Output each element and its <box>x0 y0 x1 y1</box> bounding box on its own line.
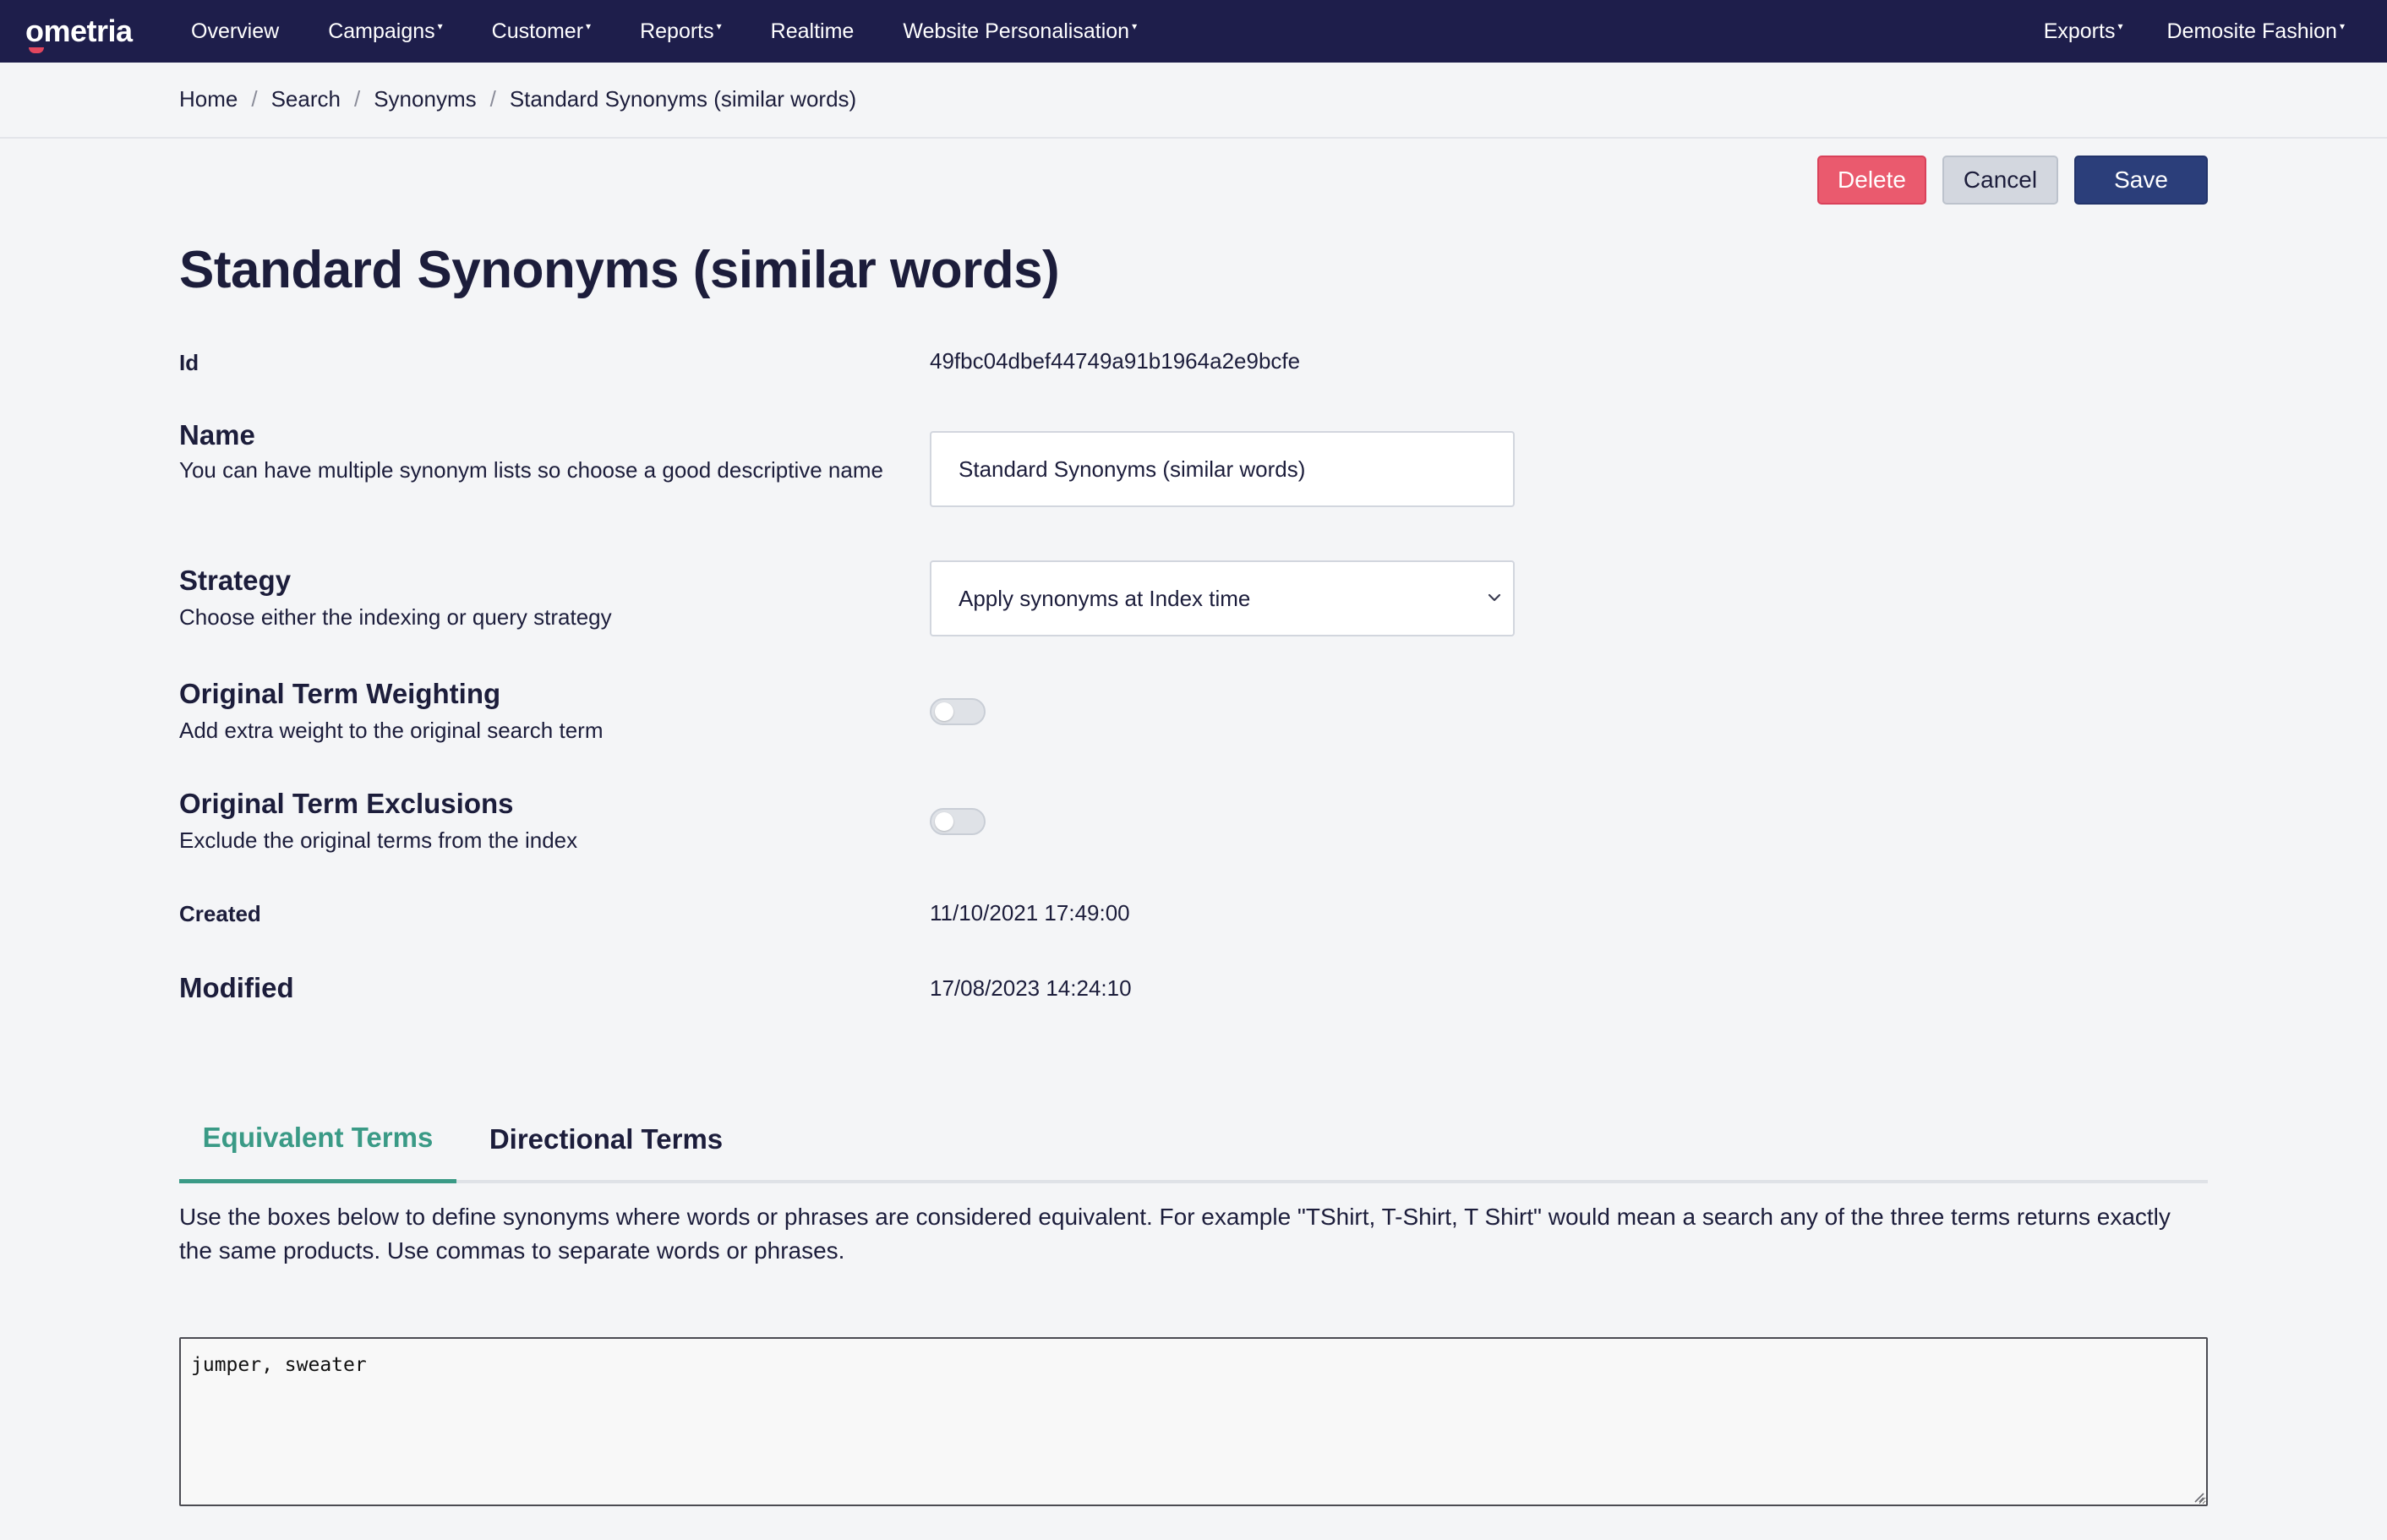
nav-account-label: Demosite Fashion <box>2166 19 2337 43</box>
name-label: Name <box>179 419 255 451</box>
equivalent-terms-description: Use the boxes below to define synonyms w… <box>179 1204 2171 1264</box>
caret-down-icon: ▾ <box>2339 20 2345 32</box>
delete-button[interactable]: Delete <box>1817 156 1926 205</box>
id-label: Id <box>179 350 199 375</box>
tab-equivalent-terms[interactable]: Equivalent Terms <box>179 1095 456 1183</box>
toggle-knob <box>935 812 953 831</box>
nav-website-personalisation[interactable]: Website Personalisation ▾ <box>903 19 1137 44</box>
nav-exports[interactable]: Exports ▾ <box>2044 19 2123 44</box>
breadcrumb-current: Standard Synonyms (similar words) <box>509 86 857 112</box>
strategy-description: Choose either the indexing or query stra… <box>179 604 612 630</box>
caret-down-icon: ▾ <box>716 20 722 32</box>
ometria-logo[interactable]: ometria <box>25 8 133 54</box>
top-navigation: ometria Overview Campaigns ▾ Customer ▾ … <box>0 0 2387 63</box>
nav-realtime-label: Realtime <box>770 19 855 43</box>
nav-exports-label: Exports <box>2043 19 2116 43</box>
tab-directional-terms[interactable]: Directional Terms <box>483 1095 729 1183</box>
original-term-exclusions-toggle[interactable] <box>930 808 986 835</box>
id-value: 49fbc04dbef44749a91b1964a2e9bcfe <box>930 348 1301 374</box>
nav-campaigns[interactable]: Campaigns ▾ <box>328 19 442 44</box>
nav-account-demosite-fashion[interactable]: Demosite Fashion ▾ <box>2166 19 2345 44</box>
nav-overview[interactable]: Overview <box>191 19 279 44</box>
breadcrumb-home[interactable]: Home <box>179 86 238 112</box>
nav-reports[interactable]: Reports ▾ <box>640 19 722 44</box>
save-button[interactable]: Save <box>2074 156 2208 205</box>
strategy-selected-value: Apply synonyms at Index time <box>959 585 1251 611</box>
name-input[interactable]: Standard Synonyms (similar words) <box>930 431 1515 507</box>
toggle-knob <box>935 702 953 721</box>
logo-text: ometria <box>25 14 133 48</box>
name-description: You can have multiple synonym lists so c… <box>179 457 883 483</box>
original-term-exclusions-description: Exclude the original terms from the inde… <box>179 827 578 853</box>
strategy-label: Strategy <box>179 565 292 596</box>
caret-down-icon: ▾ <box>1132 20 1138 32</box>
caret-down-icon: ▾ <box>2117 20 2123 32</box>
caret-down-icon: ▾ <box>586 20 592 32</box>
breadcrumb-bar: Home / Search / Synonyms / Standard Syno… <box>0 63 2387 139</box>
nav-customer-label: Customer <box>491 19 584 43</box>
nav-website-personalisation-label: Website Personalisation <box>903 19 1130 43</box>
nav-campaigns-label: Campaigns <box>328 19 435 43</box>
breadcrumb-search[interactable]: Search <box>271 86 341 112</box>
page-title: Standard Synonyms (similar words) <box>179 241 1060 299</box>
created-label: Created <box>179 901 261 926</box>
nav-realtime[interactable]: Realtime <box>771 19 855 44</box>
breadcrumb-separator: / <box>251 86 258 112</box>
original-term-weighting-label: Original Term Weighting <box>179 678 501 709</box>
created-value: 11/10/2021 17:49:00 <box>930 900 1130 926</box>
equivalent-terms-textarea[interactable]: jumper, sweater <box>179 1337 2208 1506</box>
nav-reports-label: Reports <box>640 19 714 43</box>
terms-tabs: Equivalent Terms Directional Terms <box>179 1095 2208 1183</box>
modified-value: 17/08/2023 14:24:10 <box>930 975 1132 1001</box>
nav-customer[interactable]: Customer ▾ <box>492 19 591 44</box>
original-term-weighting-toggle[interactable] <box>930 698 986 725</box>
name-input-value: Standard Synonyms (similar words) <box>959 456 1306 482</box>
nav-overview-label: Overview <box>191 19 280 43</box>
breadcrumb-synonyms[interactable]: Synonyms <box>374 86 476 112</box>
resize-handle-icon[interactable] <box>2193 1491 2204 1503</box>
breadcrumb: Home / Search / Synonyms / Standard Syno… <box>179 86 856 112</box>
strategy-select[interactable]: Apply synonyms at Index time <box>930 560 1515 636</box>
original-term-exclusions-label: Original Term Exclusions <box>179 788 514 819</box>
logo-accent-mark <box>29 47 44 53</box>
nav-left-group: Overview Campaigns ▾ Customer ▾ Reports … <box>191 0 1186 63</box>
caret-down-icon: ▾ <box>437 20 443 32</box>
app-window: ometria Overview Campaigns ▾ Customer ▾ … <box>0 0 2387 1540</box>
breadcrumb-separator: / <box>353 86 361 112</box>
cancel-button[interactable]: Cancel <box>1942 156 2058 205</box>
original-term-weighting-description: Add extra weight to the original search … <box>179 718 604 743</box>
nav-right-group: Exports ▾ Demosite Fashion ▾ <box>2000 0 2345 63</box>
modified-label: Modified <box>179 972 294 1003</box>
breadcrumb-separator: / <box>489 86 496 112</box>
chevron-down-icon <box>1488 593 1501 602</box>
